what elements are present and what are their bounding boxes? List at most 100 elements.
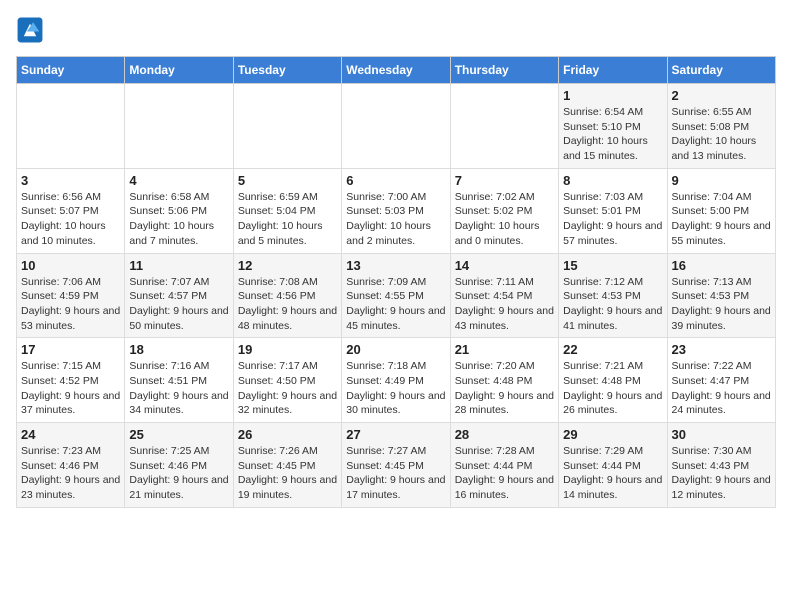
calendar-cell: 21 Sunrise: 7:20 AM Sunset: 4:48 PM Dayli… bbox=[450, 338, 558, 423]
calendar-cell: 8 Sunrise: 7:03 AM Sunset: 5:01 PM Daylig… bbox=[559, 168, 667, 253]
calendar-table: SundayMondayTuesdayWednesdayThursdayFrid… bbox=[16, 56, 776, 508]
day-number: 27 bbox=[346, 427, 445, 442]
calendar-cell bbox=[342, 84, 450, 169]
day-detail: Sunrise: 7:12 AM Sunset: 4:53 PM Dayligh… bbox=[563, 275, 662, 334]
day-detail: Sunrise: 7:27 AM Sunset: 4:45 PM Dayligh… bbox=[346, 444, 445, 503]
day-detail: Sunrise: 7:22 AM Sunset: 4:47 PM Dayligh… bbox=[672, 359, 771, 418]
day-detail: Sunrise: 7:09 AM Sunset: 4:55 PM Dayligh… bbox=[346, 275, 445, 334]
day-detail: Sunrise: 7:18 AM Sunset: 4:49 PM Dayligh… bbox=[346, 359, 445, 418]
day-number: 6 bbox=[346, 173, 445, 188]
calendar-cell: 24 Sunrise: 7:23 AM Sunset: 4:46 PM Dayli… bbox=[17, 423, 125, 508]
calendar-cell: 15 Sunrise: 7:12 AM Sunset: 4:53 PM Dayli… bbox=[559, 253, 667, 338]
logo bbox=[16, 16, 48, 44]
day-detail: Sunrise: 7:08 AM Sunset: 4:56 PM Dayligh… bbox=[238, 275, 337, 334]
calendar-cell: 11 Sunrise: 7:07 AM Sunset: 4:57 PM Dayli… bbox=[125, 253, 233, 338]
day-number: 26 bbox=[238, 427, 337, 442]
calendar-cell: 10 Sunrise: 7:06 AM Sunset: 4:59 PM Dayli… bbox=[17, 253, 125, 338]
calendar-cell: 17 Sunrise: 7:15 AM Sunset: 4:52 PM Dayli… bbox=[17, 338, 125, 423]
day-number: 7 bbox=[455, 173, 554, 188]
calendar-cell bbox=[17, 84, 125, 169]
calendar-cell: 27 Sunrise: 7:27 AM Sunset: 4:45 PM Dayli… bbox=[342, 423, 450, 508]
calendar-cell: 13 Sunrise: 7:09 AM Sunset: 4:55 PM Dayli… bbox=[342, 253, 450, 338]
day-number: 10 bbox=[21, 258, 120, 273]
calendar-cell: 26Sunrise: 7:26 AM Sunset: 4:45 PM Dayli… bbox=[233, 423, 341, 508]
calendar-cell: 23 Sunrise: 7:22 AM Sunset: 4:47 PM Dayli… bbox=[667, 338, 775, 423]
calendar-cell: 19Sunrise: 7:17 AM Sunset: 4:50 PM Dayli… bbox=[233, 338, 341, 423]
day-number: 13 bbox=[346, 258, 445, 273]
calendar-cell: 22 Sunrise: 7:21 AM Sunset: 4:48 PM Dayli… bbox=[559, 338, 667, 423]
day-detail: Sunrise: 7:16 AM Sunset: 4:51 PM Dayligh… bbox=[129, 359, 228, 418]
calendar-cell: 30 Sunrise: 7:30 AM Sunset: 4:43 PM Dayli… bbox=[667, 423, 775, 508]
day-number: 5 bbox=[238, 173, 337, 188]
column-header-saturday: Saturday bbox=[667, 57, 775, 84]
column-header-wednesday: Wednesday bbox=[342, 57, 450, 84]
day-number: 1 bbox=[563, 88, 662, 103]
day-detail: Sunrise: 7:30 AM Sunset: 4:43 PM Dayligh… bbox=[672, 444, 771, 503]
day-number: 14 bbox=[455, 258, 554, 273]
day-detail: Sunrise: 7:28 AM Sunset: 4:44 PM Dayligh… bbox=[455, 444, 554, 503]
calendar-week-1: 1 Sunrise: 6:54 AM Sunset: 5:10 PM Daylig… bbox=[17, 84, 776, 169]
calendar-cell: 18Sunrise: 7:16 AM Sunset: 4:51 PM Dayli… bbox=[125, 338, 233, 423]
calendar-week-5: 24 Sunrise: 7:23 AM Sunset: 4:46 PM Dayli… bbox=[17, 423, 776, 508]
calendar-cell: 29 Sunrise: 7:29 AM Sunset: 4:44 PM Dayli… bbox=[559, 423, 667, 508]
day-detail: Sunrise: 7:21 AM Sunset: 4:48 PM Dayligh… bbox=[563, 359, 662, 418]
day-number: 22 bbox=[563, 342, 662, 357]
day-number: 9 bbox=[672, 173, 771, 188]
column-header-thursday: Thursday bbox=[450, 57, 558, 84]
calendar-cell: 6Sunrise: 7:00 AM Sunset: 5:03 PM Daylig… bbox=[342, 168, 450, 253]
day-detail: Sunrise: 6:54 AM Sunset: 5:10 PM Dayligh… bbox=[563, 105, 662, 164]
calendar-cell: 5 Sunrise: 6:59 AM Sunset: 5:04 PM Daylig… bbox=[233, 168, 341, 253]
day-number: 20 bbox=[346, 342, 445, 357]
day-number: 25 bbox=[129, 427, 228, 442]
calendar-cell: 1 Sunrise: 6:54 AM Sunset: 5:10 PM Daylig… bbox=[559, 84, 667, 169]
day-detail: Sunrise: 7:07 AM Sunset: 4:57 PM Dayligh… bbox=[129, 275, 228, 334]
day-detail: Sunrise: 7:04 AM Sunset: 5:00 PM Dayligh… bbox=[672, 190, 771, 249]
day-number: 8 bbox=[563, 173, 662, 188]
day-number: 24 bbox=[21, 427, 120, 442]
day-number: 28 bbox=[455, 427, 554, 442]
calendar-cell: 12Sunrise: 7:08 AM Sunset: 4:56 PM Dayli… bbox=[233, 253, 341, 338]
day-number: 15 bbox=[563, 258, 662, 273]
day-detail: Sunrise: 6:56 AM Sunset: 5:07 PM Dayligh… bbox=[21, 190, 120, 249]
day-detail: Sunrise: 7:03 AM Sunset: 5:01 PM Dayligh… bbox=[563, 190, 662, 249]
day-number: 2 bbox=[672, 88, 771, 103]
day-detail: Sunrise: 7:02 AM Sunset: 5:02 PM Dayligh… bbox=[455, 190, 554, 249]
day-detail: Sunrise: 7:25 AM Sunset: 4:46 PM Dayligh… bbox=[129, 444, 228, 503]
day-number: 21 bbox=[455, 342, 554, 357]
calendar-cell: 28 Sunrise: 7:28 AM Sunset: 4:44 PM Dayli… bbox=[450, 423, 558, 508]
calendar-cell bbox=[233, 84, 341, 169]
day-number: 16 bbox=[672, 258, 771, 273]
calendar-cell: 3 Sunrise: 6:56 AM Sunset: 5:07 PM Daylig… bbox=[17, 168, 125, 253]
column-header-monday: Monday bbox=[125, 57, 233, 84]
day-number: 3 bbox=[21, 173, 120, 188]
column-header-friday: Friday bbox=[559, 57, 667, 84]
day-detail: Sunrise: 7:15 AM Sunset: 4:52 PM Dayligh… bbox=[21, 359, 120, 418]
day-detail: Sunrise: 7:11 AM Sunset: 4:54 PM Dayligh… bbox=[455, 275, 554, 334]
column-header-sunday: Sunday bbox=[17, 57, 125, 84]
calendar-cell: 14 Sunrise: 7:11 AM Sunset: 4:54 PM Dayli… bbox=[450, 253, 558, 338]
day-number: 30 bbox=[672, 427, 771, 442]
calendar-header-row: SundayMondayTuesdayWednesdayThursdayFrid… bbox=[17, 57, 776, 84]
calendar-cell: 4Sunrise: 6:58 AM Sunset: 5:06 PM Daylig… bbox=[125, 168, 233, 253]
day-detail: Sunrise: 7:17 AM Sunset: 4:50 PM Dayligh… bbox=[238, 359, 337, 418]
day-detail: Sunrise: 7:20 AM Sunset: 4:48 PM Dayligh… bbox=[455, 359, 554, 418]
day-detail: Sunrise: 6:59 AM Sunset: 5:04 PM Dayligh… bbox=[238, 190, 337, 249]
column-header-tuesday: Tuesday bbox=[233, 57, 341, 84]
calendar-cell: 16Sunrise: 7:13 AM Sunset: 4:53 PM Dayli… bbox=[667, 253, 775, 338]
day-number: 17 bbox=[21, 342, 120, 357]
day-number: 29 bbox=[563, 427, 662, 442]
day-number: 23 bbox=[672, 342, 771, 357]
calendar-cell: 9 Sunrise: 7:04 AM Sunset: 5:00 PM Daylig… bbox=[667, 168, 775, 253]
day-detail: Sunrise: 7:23 AM Sunset: 4:46 PM Dayligh… bbox=[21, 444, 120, 503]
day-detail: Sunrise: 6:58 AM Sunset: 5:06 PM Dayligh… bbox=[129, 190, 228, 249]
page-header bbox=[16, 16, 776, 44]
day-detail: Sunrise: 6:55 AM Sunset: 5:08 PM Dayligh… bbox=[672, 105, 771, 164]
calendar-cell: 25 Sunrise: 7:25 AM Sunset: 4:46 PM Dayli… bbox=[125, 423, 233, 508]
calendar-cell bbox=[125, 84, 233, 169]
calendar-cell: 20 Sunrise: 7:18 AM Sunset: 4:49 PM Dayli… bbox=[342, 338, 450, 423]
day-detail: Sunrise: 7:29 AM Sunset: 4:44 PM Dayligh… bbox=[563, 444, 662, 503]
calendar-cell: 7 Sunrise: 7:02 AM Sunset: 5:02 PM Daylig… bbox=[450, 168, 558, 253]
calendar-cell: 2 Sunrise: 6:55 AM Sunset: 5:08 PM Daylig… bbox=[667, 84, 775, 169]
day-detail: Sunrise: 7:06 AM Sunset: 4:59 PM Dayligh… bbox=[21, 275, 120, 334]
day-number: 11 bbox=[129, 258, 228, 273]
